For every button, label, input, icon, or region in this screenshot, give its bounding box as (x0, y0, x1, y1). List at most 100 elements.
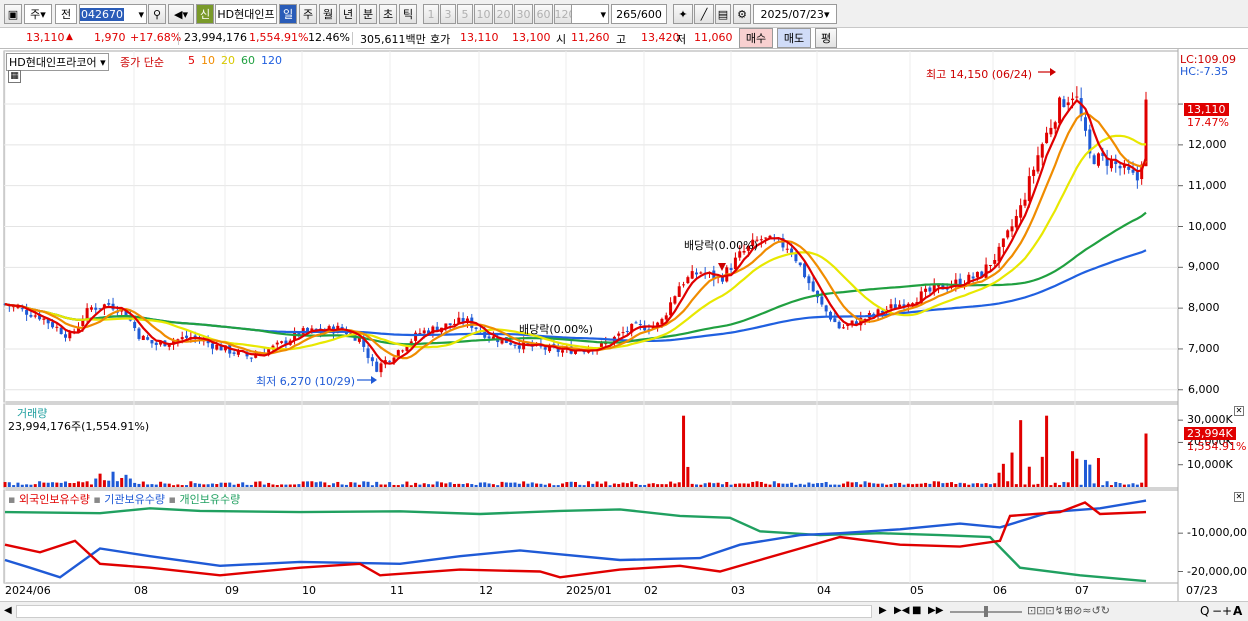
volume-bar (673, 483, 677, 487)
period-tab-2[interactable]: 월 (319, 4, 337, 24)
stop-icon[interactable]: ■ (912, 605, 921, 616)
volume-bar (254, 481, 258, 487)
rewind-icon[interactable]: ▶◀ (894, 605, 909, 616)
hc-label: HC:-7.35 (1180, 65, 1229, 78)
market-select[interactable]: 주 ▾ (24, 4, 52, 24)
x-tick-label: 03 (731, 584, 745, 597)
zoom-tools-icon[interactable]: ⊡⊡⊡↯⊞⊘≈↺↻ (1027, 604, 1110, 617)
volume-bar (301, 481, 305, 487)
volume-bar (746, 483, 750, 487)
volume-bar (137, 483, 141, 487)
volume-bar (738, 483, 742, 487)
volume-bar (586, 481, 590, 487)
prev-button[interactable]: 전 (55, 4, 77, 24)
scroll-left-icon[interactable]: ◀ (4, 605, 12, 616)
volume-bar (128, 478, 132, 487)
y-tick-label: 9,000 (1188, 260, 1220, 274)
volume-bar (634, 483, 638, 487)
zoom-out-icon[interactable]: − (1212, 604, 1222, 618)
interval-tab-4[interactable]: 20 (494, 4, 513, 24)
volume-bar (7, 482, 11, 487)
scroll-bar[interactable]: ◀ ▶ ▶◀ ■ ▶▶ ⊡⊡⊡↯⊞⊘≈↺↻ Q − + A (0, 601, 1248, 621)
volume-bar (1131, 483, 1135, 487)
scroll-right-icon[interactable]: ▶ (879, 605, 887, 616)
period-tab-3[interactable]: 년 (339, 4, 357, 24)
x-tick-label: 2025/01 (566, 584, 612, 597)
scroll-track[interactable] (16, 605, 872, 618)
candle (850, 320, 854, 324)
candle (682, 284, 686, 286)
chart-area[interactable] (0, 49, 1248, 601)
candle (509, 342, 513, 345)
gear-icon[interactable]: ⚙ (733, 4, 751, 24)
volume-bar (172, 485, 176, 487)
interval-tab-3[interactable]: 10 (474, 4, 493, 24)
speaker-icon[interactable]: ◀▾ (168, 4, 194, 24)
volume-bar (1049, 485, 1053, 487)
stock-name-field[interactable]: HD현대인프 (215, 4, 277, 24)
font-size-icon[interactable]: A (1233, 604, 1242, 618)
period-tab-0[interactable]: 일 (279, 4, 297, 24)
tool-icon[interactable]: ✦ (673, 4, 693, 24)
candle (51, 322, 55, 328)
close-holding-icon[interactable]: ✕ (1234, 492, 1244, 502)
volume-bar (651, 483, 655, 487)
volume-bar (716, 482, 720, 487)
volume-bar (189, 481, 193, 487)
candle (370, 357, 374, 362)
window-icon[interactable]: ▣ (4, 4, 22, 24)
ma-legend-20: 20 (221, 54, 235, 67)
x-tick-label: 02 (644, 584, 658, 597)
ma-legend-5: 5 (188, 54, 195, 67)
period-tab-1[interactable]: 주 (299, 4, 317, 24)
volume-bar (854, 482, 858, 487)
avg-button[interactable]: 평 (815, 28, 837, 48)
volume-bar (539, 483, 543, 487)
volume-bar (366, 481, 370, 487)
zoom-plus-icon[interactable]: + (1222, 604, 1232, 618)
interval-dropdown[interactable]: ▾ (571, 4, 609, 24)
volume-bar (76, 481, 80, 487)
candle (405, 346, 409, 351)
volume-bar (176, 484, 180, 487)
sell-button[interactable]: 매도 (777, 28, 811, 48)
candle (638, 324, 642, 326)
search-icon[interactable]: ⚲ (148, 4, 166, 24)
volume-bar (699, 484, 703, 487)
volume-bar (232, 484, 236, 487)
candle (1118, 165, 1122, 169)
zoom-slider-thumb[interactable] (984, 606, 988, 617)
date-value: 2025/07/23 (760, 7, 824, 21)
code-input[interactable]: 042670 ▾ (79, 4, 147, 24)
forward-icon[interactable]: ▶▶ (928, 605, 943, 616)
date-field[interactable]: 2025/07/23 ▾ (753, 4, 837, 24)
candle (1071, 98, 1075, 101)
period-tab-5[interactable]: 초 (379, 4, 397, 24)
period-tab-4[interactable]: 분 (359, 4, 377, 24)
stock-legend[interactable]: HD현대인프라코어 ▾ (6, 53, 109, 71)
interval-tab-2[interactable]: 5 (457, 4, 473, 24)
candle (474, 327, 478, 330)
interval-tab-6[interactable]: 60 (534, 4, 553, 24)
volume-bar (1083, 459, 1087, 487)
volume-bar (465, 483, 469, 487)
interval-tab-1[interactable]: 3 (440, 4, 456, 24)
grid-icon[interactable]: ▦ (8, 70, 21, 83)
candle (1010, 226, 1014, 232)
count-field[interactable]: 265/600 (611, 4, 667, 24)
interval-tab-5[interactable]: 30 (514, 4, 533, 24)
interval-tab-0[interactable]: 1 (423, 4, 439, 24)
volume-bar (33, 484, 37, 487)
line-tool-icon[interactable]: ╱ (694, 4, 714, 24)
candle (517, 345, 521, 349)
zoom-in-icon[interactable]: Q (1200, 604, 1209, 618)
volume-bar (306, 481, 310, 487)
save-icon[interactable]: ▤ (715, 4, 731, 24)
volume-bar (630, 481, 634, 487)
period-tab-6[interactable]: 틱 (399, 4, 417, 24)
close-volume-icon[interactable]: ✕ (1234, 406, 1244, 416)
buy-button[interactable]: 매수 (739, 28, 773, 48)
volume-bar (414, 482, 418, 487)
volume-bar (561, 483, 565, 487)
volume-bar (1122, 484, 1126, 487)
